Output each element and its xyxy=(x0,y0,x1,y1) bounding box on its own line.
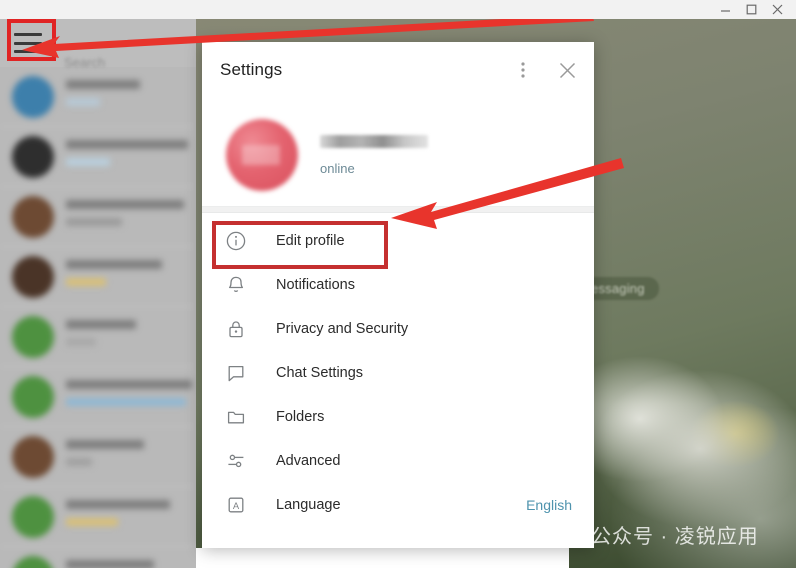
menu-item-label: Privacy and Security xyxy=(276,321,409,337)
avatar xyxy=(12,496,54,538)
svg-text:A: A xyxy=(233,500,240,511)
settings-dialog: Settings online Edit profile Notificatio… xyxy=(202,42,594,548)
menu-item-privacy-and-security[interactable]: Privacy and Security xyxy=(202,307,594,351)
menu-item-label: Advanced xyxy=(276,453,341,469)
avatar xyxy=(12,76,54,118)
chat-title-redacted xyxy=(66,80,140,89)
chat-bubble-icon xyxy=(226,363,252,383)
avatar xyxy=(12,136,54,178)
avatar xyxy=(12,256,54,298)
sliders-icon xyxy=(226,451,252,471)
menu-item-label: Edit profile xyxy=(276,233,345,249)
info-circle-icon xyxy=(226,231,252,251)
menu-item-label: Folders xyxy=(276,409,325,425)
more-options-button[interactable] xyxy=(506,53,540,87)
chat-preview-redacted xyxy=(66,518,118,526)
hamburger-menu-icon[interactable] xyxy=(14,33,42,53)
chat-preview-redacted xyxy=(66,338,96,346)
avatar xyxy=(12,436,54,478)
chat-title-redacted xyxy=(66,380,192,389)
close-window-icon[interactable] xyxy=(764,0,790,19)
avatar xyxy=(12,376,54,418)
dialog-header-actions xyxy=(506,53,584,87)
status-badge: online xyxy=(320,160,355,176)
watermark-text: 公众号 · 凌锐应用 xyxy=(591,526,759,548)
menu-item-language[interactable]: A Language English xyxy=(202,483,594,527)
chat-preview-redacted xyxy=(66,98,100,106)
search-bar[interactable]: Search xyxy=(0,19,196,70)
close-icon[interactable] xyxy=(550,53,584,87)
avatar xyxy=(12,556,54,568)
menu-item-folders[interactable]: Folders xyxy=(202,395,594,439)
menu-item-label: Chat Settings xyxy=(276,365,364,381)
chat-list-sidebar: Search xyxy=(0,19,196,568)
chat-list-item[interactable] xyxy=(0,547,196,568)
dialog-header: Settings xyxy=(202,42,594,98)
watermark: 公众号 · 凌锐应用 xyxy=(556,520,759,549)
chat-list-item[interactable] xyxy=(0,307,196,367)
folder-icon xyxy=(226,407,252,427)
profile-name-redacted xyxy=(320,134,428,148)
maximize-icon[interactable] xyxy=(738,0,764,19)
chat-title-redacted xyxy=(66,140,188,149)
wechat-icon xyxy=(556,522,582,548)
menu-item-advanced[interactable]: Advanced xyxy=(202,439,594,483)
page-title: Settings xyxy=(220,60,283,79)
chat-list[interactable] xyxy=(0,67,196,568)
profile-text: online xyxy=(320,134,428,176)
chat-title-redacted xyxy=(66,560,154,568)
chat-list-item[interactable] xyxy=(0,67,196,127)
chat-title-redacted xyxy=(66,440,144,449)
chat-preview-redacted xyxy=(66,278,106,286)
chat-list-item[interactable] xyxy=(0,247,196,307)
language-a-icon: A xyxy=(226,495,252,515)
menu-item-label: Notifications xyxy=(276,277,355,293)
menu-item-label: Language xyxy=(276,497,341,513)
avatar xyxy=(12,196,54,238)
avatar[interactable] xyxy=(226,119,298,191)
lock-icon xyxy=(226,319,252,339)
chat-title-redacted xyxy=(66,320,136,329)
chat-list-item[interactable] xyxy=(0,127,196,187)
chat-list-item[interactable] xyxy=(0,487,196,547)
chat-title-redacted xyxy=(66,500,170,509)
menu-item-chat-settings[interactable]: Chat Settings xyxy=(202,351,594,395)
chat-preview-redacted xyxy=(66,218,122,226)
app-window: Messaging Search Settings online Edit pr… xyxy=(0,0,796,568)
chat-preview-redacted xyxy=(66,158,110,166)
chat-title-redacted xyxy=(66,260,162,269)
menu-item-notifications[interactable]: Notifications xyxy=(202,263,594,307)
window-titlebar xyxy=(0,0,796,19)
menu-item-value[interactable]: English xyxy=(526,497,572,513)
sidebar-bottom-strip xyxy=(196,548,569,568)
chat-preview-redacted xyxy=(66,398,186,406)
profile-summary[interactable]: online xyxy=(202,98,594,206)
chat-preview-redacted xyxy=(66,458,92,466)
chat-list-item[interactable] xyxy=(0,427,196,487)
chat-list-item[interactable] xyxy=(0,367,196,427)
section-divider xyxy=(202,206,594,213)
settings-menu: Edit profile Notifications Privacy and Sec… xyxy=(202,213,594,527)
chat-title-redacted xyxy=(66,200,184,209)
bell-icon xyxy=(226,275,252,295)
chat-list-item[interactable] xyxy=(0,187,196,247)
minimize-icon[interactable] xyxy=(712,0,738,19)
avatar xyxy=(12,316,54,358)
menu-item-edit-profile[interactable]: Edit profile xyxy=(202,219,594,263)
